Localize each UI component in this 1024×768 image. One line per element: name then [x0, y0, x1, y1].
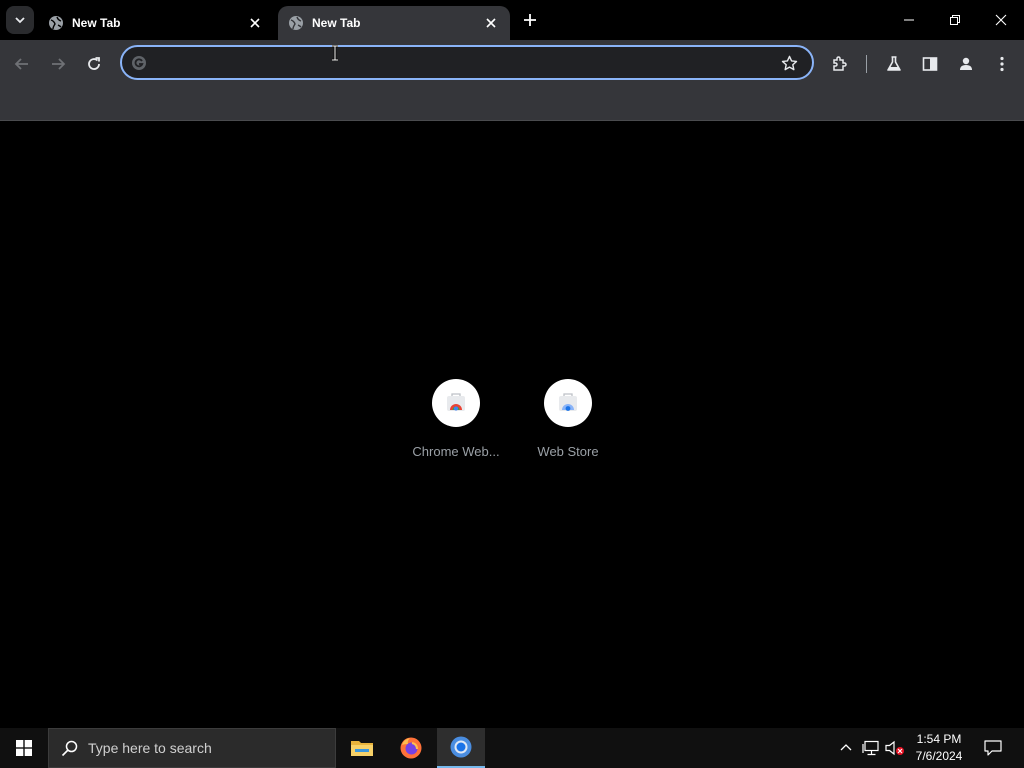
window-controls [886, 0, 1024, 40]
chevron-up-icon [840, 744, 852, 751]
minimize-button[interactable] [886, 0, 932, 40]
new-tab-button[interactable] [518, 8, 542, 32]
close-tab-icon[interactable] [246, 14, 264, 32]
google-g-icon [132, 56, 146, 70]
new-tab-page: Chrome Web... Web Store [0, 121, 1024, 728]
chrome-web-store-icon [447, 393, 465, 411]
tab-active[interactable]: New Tab [278, 6, 510, 40]
taskbar-search[interactable]: Type here to search [48, 728, 336, 768]
tab-title: New Tab [312, 16, 361, 30]
show-hidden-icons-button[interactable] [836, 728, 856, 768]
close-tab-icon[interactable] [482, 14, 500, 32]
taskbar: Type here to search 1:54 PM 7/6/2024 [0, 728, 1024, 768]
system-clock[interactable]: 1:54 PM 7/6/2024 [908, 731, 970, 765]
kebab-menu-icon [1000, 56, 1004, 72]
back-button[interactable] [8, 50, 36, 78]
network-icon [862, 740, 879, 756]
reload-icon [88, 57, 100, 70]
shortcut-tile[interactable]: Web Store [512, 379, 624, 459]
forward-button[interactable] [44, 50, 72, 78]
star-bookmark-icon[interactable] [781, 55, 798, 72]
clock-date: 7/6/2024 [915, 749, 963, 763]
address-bar[interactable] [120, 45, 814, 80]
puzzle-icon [833, 56, 847, 71]
notifications-button[interactable] [978, 728, 1008, 768]
close-icon [995, 14, 1007, 26]
side-panel-icon [922, 57, 938, 71]
notification-icon [984, 740, 1002, 756]
extensions-button[interactable] [826, 50, 854, 78]
text-cursor-icon [332, 45, 338, 61]
reload-button[interactable] [80, 50, 108, 78]
file-explorer-button[interactable] [338, 728, 386, 768]
browser-toolbar [0, 40, 1024, 121]
tab-strip: New Tab New Tab [0, 0, 1024, 40]
firefox-button[interactable] [387, 728, 435, 768]
volume-muted-icon [885, 740, 904, 756]
restore-icon [950, 15, 960, 25]
plus-icon [524, 14, 536, 26]
tab-inactive[interactable]: New Tab [38, 6, 274, 40]
globe-icon [49, 16, 63, 30]
network-button[interactable] [860, 728, 882, 768]
search-icon [61, 740, 78, 757]
folder-icon [351, 741, 373, 756]
arrow-right-icon [52, 58, 66, 70]
shortcut-icon-circle [432, 379, 480, 427]
chrome-button[interactable] [437, 728, 485, 768]
clock-time: 1:54 PM [916, 732, 962, 746]
restore-button[interactable] [932, 0, 978, 40]
firefox-icon [400, 737, 422, 759]
volume-button[interactable] [884, 728, 906, 768]
chrome-icon [450, 736, 472, 758]
shortcut-label: Chrome Web... [412, 444, 500, 459]
toolbar-divider [866, 55, 867, 73]
shortcut-tile[interactable]: Chrome Web... [400, 379, 512, 459]
chevron-down-icon [15, 17, 25, 24]
close-window-button[interactable] [978, 0, 1024, 40]
tab-title: New Tab [72, 16, 121, 30]
arrow-left-icon [14, 58, 28, 70]
person-icon [960, 57, 972, 70]
labs-button[interactable] [880, 50, 908, 78]
shortcut-icon-circle [544, 379, 592, 427]
tab-search-button[interactable] [6, 6, 34, 34]
address-input[interactable] [156, 51, 776, 74]
profile-button[interactable] [952, 50, 980, 78]
search-placeholder: Type here to search [88, 740, 212, 756]
side-panel-button[interactable] [916, 50, 944, 78]
shortcut-label: Web Store [537, 444, 599, 459]
minimize-icon [904, 19, 914, 21]
web-store-icon [559, 393, 577, 411]
windows-logo-icon [16, 740, 32, 756]
menu-button[interactable] [988, 50, 1016, 78]
start-button[interactable] [0, 728, 48, 768]
globe-icon [289, 16, 303, 30]
flask-icon [887, 56, 901, 71]
